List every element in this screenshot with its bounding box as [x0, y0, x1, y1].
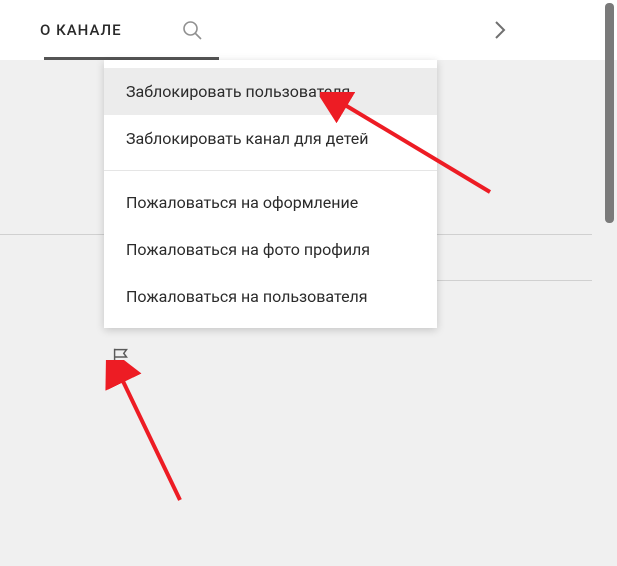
- search-icon: [180, 18, 204, 42]
- scrollbar-thumb[interactable]: [605, 3, 614, 223]
- divider: [437, 280, 592, 281]
- menu-item-label: Пожаловаться на пользователя: [126, 287, 368, 306]
- tab-about[interactable]: О КАНАЛЕ: [10, 0, 152, 60]
- context-menu: Заблокировать пользователя Заблокировать…: [104, 60, 437, 328]
- menu-item-label: Пожаловаться на оформление: [126, 193, 358, 212]
- content-area: Заблокировать пользователя Заблокировать…: [0, 60, 617, 566]
- report-button[interactable]: [110, 346, 132, 372]
- search-button[interactable]: [172, 18, 212, 42]
- menu-item-report-avatar[interactable]: Пожаловаться на фото профиля: [104, 226, 437, 273]
- menu-item-label: Заблокировать канал для детей: [126, 129, 369, 148]
- tabs-scroll-right[interactable]: [493, 0, 507, 60]
- divider: [437, 234, 592, 235]
- menu-item-report-banner[interactable]: Пожаловаться на оформление: [104, 179, 437, 226]
- divider: [0, 234, 104, 235]
- menu-divider: [104, 170, 437, 171]
- tab-about-label: О КАНАЛЕ: [40, 21, 122, 39]
- menu-item-block-user[interactable]: Заблокировать пользователя: [104, 68, 437, 115]
- menu-item-label: Пожаловаться на фото профиля: [126, 240, 370, 259]
- chevron-right-icon: [493, 19, 507, 41]
- menu-item-block-channel-kids[interactable]: Заблокировать канал для детей: [104, 115, 437, 162]
- menu-item-label: Заблокировать пользователя: [126, 82, 350, 101]
- annotation-arrow-bottom: [50, 360, 210, 520]
- menu-item-report-user[interactable]: Пожаловаться на пользователя: [104, 273, 437, 320]
- flag-icon: [110, 346, 132, 368]
- tab-bar: О КАНАЛЕ: [0, 0, 617, 60]
